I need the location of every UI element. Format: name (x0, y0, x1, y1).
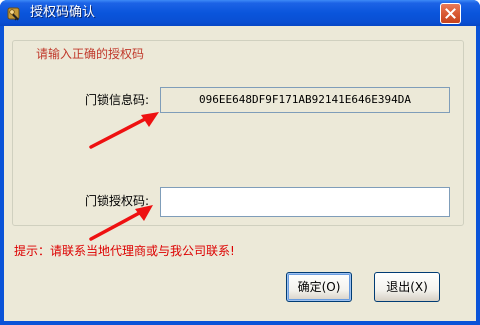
dialog-client-area: 请输入正确的授权码 门锁信息码: 096EE648DF9F171AB92141E… (4, 26, 476, 321)
lock-info-field: 096EE648DF9F171AB92141E646E394DA (160, 87, 450, 113)
auth-code-group: 请输入正确的授权码 门锁信息码: 096EE648DF9F171AB92141E… (12, 40, 464, 241)
group-title: 请输入正确的授权码 (33, 47, 148, 61)
red-arrow-icon (89, 112, 159, 149)
dialog-window: 授权码确认 请输入正确的授权码 门锁信息码: 096EE648DF9F171AB… (0, 0, 480, 325)
auth-code-input[interactable] (160, 187, 450, 217)
window-title: 授权码确认 (30, 5, 96, 20)
close-icon (445, 8, 456, 19)
title-bar[interactable]: 授权码确认 (0, 0, 480, 26)
lock-info-label: 门锁信息码: (85, 93, 150, 107)
key-app-icon (6, 5, 23, 22)
close-button[interactable] (440, 3, 461, 24)
exit-button[interactable]: 退出(X) (374, 272, 440, 302)
hint-text: 提示：请联系当地代理商或与我公司联系! (14, 244, 235, 258)
red-arrow-icon (89, 205, 153, 241)
ok-button[interactable]: 确定(O) (286, 272, 352, 302)
